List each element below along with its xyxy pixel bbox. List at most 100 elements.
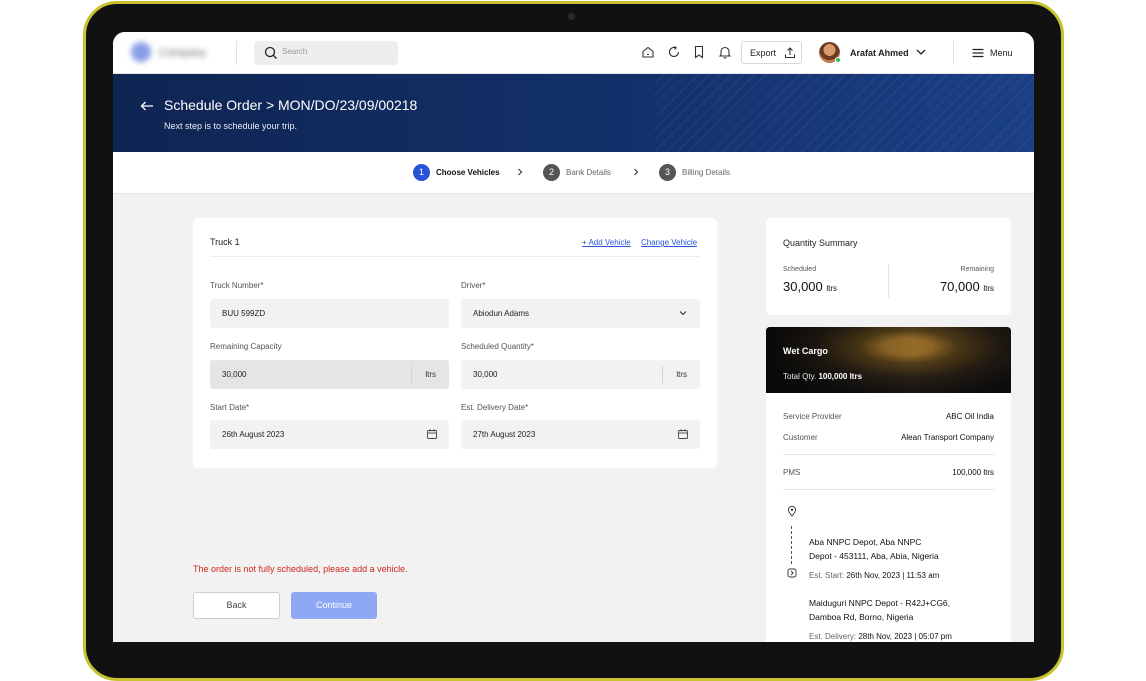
bell-icon[interactable] [717,44,733,60]
bookmark-icon[interactable] [691,44,707,60]
est-start: Est. Start: 26th Nov, 2023 | 11:53 am [809,571,939,580]
add-vehicle-link[interactable]: + Add Vehicle [582,238,631,247]
customer-value: Alean Transport Company [901,433,994,442]
nav-divider [236,41,237,65]
step-number: 1 [413,164,430,181]
origin-address: Aba NNPC Depot, Aba NNPC Depot - 453111,… [809,535,989,563]
product-label: PMS [783,468,801,477]
calendar-icon[interactable] [426,428,438,440]
delivery-date-label: Est. Delivery Date* [461,403,529,412]
driver-label: Driver* [461,281,486,290]
back-arrow-icon[interactable] [139,98,155,114]
online-status-dot [835,57,841,63]
search-icon [264,46,277,59]
start-date-value: 26th August 2023 [222,430,285,439]
card-divider [210,256,700,257]
origin-line-1: Aba NNPC Depot, Aba NNPC [809,537,922,547]
camera-dot [568,13,575,20]
chevron-right-icon [518,168,523,176]
truck-title: Truck 1 [210,237,240,247]
cargo-type: Wet Cargo [783,346,828,356]
logo-text: Company [159,47,207,59]
calendar-icon[interactable] [677,428,689,440]
destination-line-2: Damboa Rd, Borno, Nigeria [809,612,914,622]
driver-select[interactable]: Abiodun Adams [461,299,700,328]
stepper: 1 Choose Vehicles 2 Bank Details 3 Billi… [113,152,1034,194]
destination-address: Maiduguri NNPC Depot - R42J+CG6, Damboa … [809,596,989,624]
search-placeholder: Search [282,47,308,56]
quantity-summary-card: Quantity Summary Scheduled 30,000 ltrs R… [766,218,1011,315]
quantity-summary-title: Quantity Summary [783,238,858,248]
service-provider-value: ABC Oil India [945,412,994,421]
app-screen: Company Search Export Arafat Ahmed Menu … [113,32,1034,642]
export-label: Export [750,48,777,58]
route-dashed-line [791,526,792,564]
change-vehicle-link[interactable]: Change Vehicle [641,238,697,247]
upload-icon [784,47,796,59]
top-nav: Company Search Export Arafat Ahmed Menu [113,32,1034,74]
destination-line-1: Maiduguri NNPC Depot - R42J+CG6, [809,598,951,608]
scheduled-quantity-input[interactable]: 30,000 ltrs [461,360,700,389]
details-divider [783,489,994,490]
order-details-card: Service Provider ABC Oil India Customer … [766,393,1011,642]
logo-mark [131,42,151,62]
est-start-label: Est. Start: [809,571,845,580]
page-title: Schedule Order > MON/DO/23/09/00218 [164,97,418,113]
remaining-value: 70,000 [939,279,980,294]
cargo-image-overlay [766,327,1011,393]
unit-label: ltrs [676,370,687,379]
remaining-capacity-label: Remaining Capacity [210,342,282,351]
remaining-capacity-value: 30,000 [222,370,247,379]
page-header-banner: Schedule Order > MON/DO/23/09/00218 Next… [113,74,1034,152]
banner-pattern [654,74,1034,152]
customer-label: Customer [783,433,818,442]
truck-number-label: Truck Number* [210,281,264,290]
unit-label: ltrs [983,284,994,293]
truck-number-input[interactable]: BUU 599ZD [210,299,449,328]
truck-number-value: BUU 599ZD [222,309,266,318]
est-start-value: 26th Nov, 2023 | 11:53 am [846,571,940,580]
unit-label: ltrs [826,284,838,293]
destination-icon [787,568,797,578]
refresh-icon[interactable] [666,44,682,60]
scheduled-value: 30,000 [783,279,823,294]
chevron-down-icon[interactable] [914,45,928,59]
est-delivery-value: 28th Nov, 2023 | 05:07 pm [858,632,952,641]
delivery-date-value: 27th August 2023 [473,430,536,439]
driver-value: Abiodun Adams [473,309,530,318]
origin-line-2: Depot - 453111, Aba, Abia, Nigeria [809,551,939,561]
continue-button[interactable]: Continue [291,592,377,619]
cargo-total-label: Total Qty. [783,372,817,381]
start-date-label: Start Date* [210,403,250,412]
scheduled-label: Scheduled [783,266,817,273]
remaining-label: Remaining [960,266,994,273]
menu-button[interactable]: Menu [990,48,1013,58]
start-date-input[interactable]: 26th August 2023 [210,420,449,449]
hamburger-icon[interactable] [971,46,985,60]
service-provider-label: Service Provider [783,412,842,421]
step-billing-details[interactable]: Billing Details [682,168,730,177]
company-logo[interactable]: Company [131,42,221,64]
scheduled-quantity-value: 30,000 [473,370,498,379]
delivery-date-input[interactable]: 27th August 2023 [461,420,700,449]
back-button[interactable]: Back [193,592,280,619]
step-bank-details[interactable]: Bank Details [566,168,611,177]
step-choose-vehicles[interactable]: Choose Vehicles [436,168,500,177]
details-divider [783,454,994,455]
step-number: 3 [659,164,676,181]
search-input[interactable]: Search [254,41,398,65]
export-button[interactable]: Export [741,41,802,64]
chevron-down-icon [679,311,687,316]
home-icon[interactable] [640,44,656,60]
chevron-right-icon [634,168,639,176]
est-delivery-label: Est. Delivery: [809,632,857,641]
error-message: The order is not fully scheduled, please… [193,564,408,574]
step-number: 2 [543,164,560,181]
remaining-quantity: 70,000 ltrs [940,279,994,294]
product-quantity: 100,000 ltrs [952,468,994,477]
user-name[interactable]: Arafat Ahmed [850,48,909,58]
location-pin-icon [788,505,796,517]
cargo-total: Total Qty. 100,000 ltrs [783,372,862,381]
unit-divider [662,366,663,383]
unit-divider [411,366,412,383]
